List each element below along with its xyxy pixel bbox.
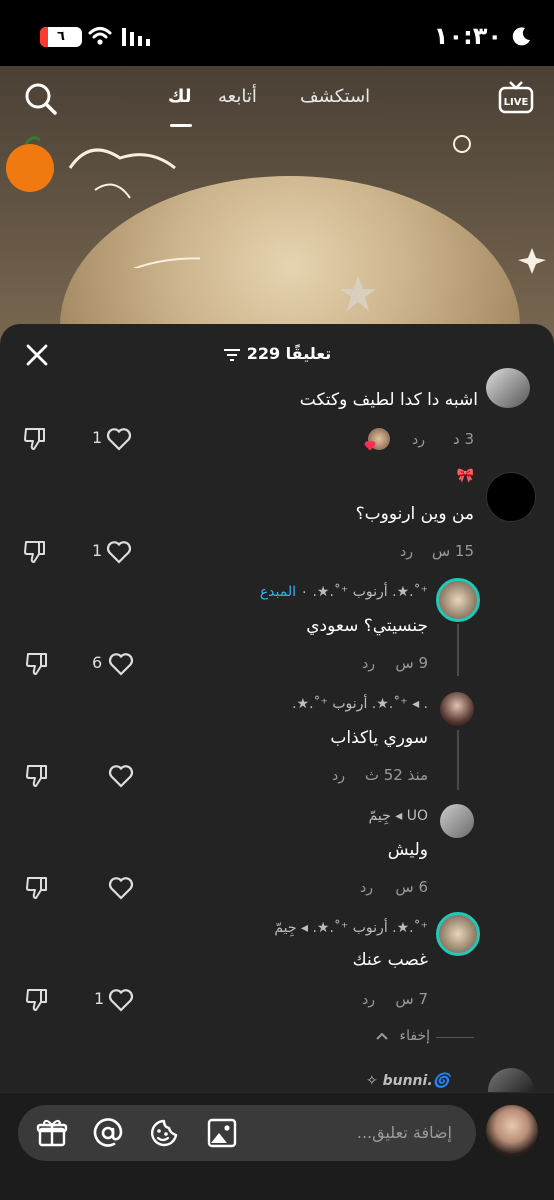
comment-username[interactable]: UO ◂ جِيمّ xyxy=(369,808,428,824)
search-icon[interactable] xyxy=(24,82,58,116)
image-icon[interactable] xyxy=(206,1117,238,1149)
avatar[interactable] xyxy=(486,472,536,522)
status-bar: ٦ ١٠:٣٠ xyxy=(0,0,554,66)
comments-sheet: 229 تعليقًا xyxy=(0,324,554,1200)
avatar[interactable] xyxy=(486,368,530,408)
comment-time: منذ 52 ث xyxy=(364,766,428,784)
filter-icon[interactable] xyxy=(223,348,241,362)
comments-header: 229 تعليقًا xyxy=(0,324,554,382)
comment-time: 9 س xyxy=(395,654,428,672)
comment-time: 15 س xyxy=(431,542,474,560)
comment-text: سوري ياكذاب xyxy=(330,728,428,748)
comment-count[interactable]: 229 تعليقًا xyxy=(0,344,554,363)
tab-explore[interactable]: استكشف xyxy=(300,86,370,107)
reply-thread-line xyxy=(457,624,459,676)
heart-badge-icon xyxy=(364,440,376,451)
avatar[interactable] xyxy=(440,692,474,726)
reply-button[interactable]: رد xyxy=(362,656,375,672)
heart-icon[interactable] xyxy=(108,764,134,788)
live-icon[interactable]: LIVE xyxy=(498,80,534,116)
heart-icon[interactable] xyxy=(108,876,134,900)
dislike-icon[interactable] xyxy=(24,875,50,901)
comment-text: غصب عنك xyxy=(352,950,428,970)
avatar[interactable] xyxy=(440,804,474,838)
comment-text: من وين ارنووب؟ xyxy=(355,504,474,524)
chevron-up-icon xyxy=(376,1032,388,1040)
dislike-icon[interactable] xyxy=(24,763,50,789)
comment-time: 3 د xyxy=(453,430,474,448)
hide-replies-divider xyxy=(436,1037,474,1038)
creator-label: المبدع xyxy=(259,584,297,600)
star-doodle xyxy=(340,276,376,311)
dislike-icon[interactable] xyxy=(24,651,50,677)
avatar[interactable] xyxy=(436,578,480,622)
status-time: ١٠:٣٠ xyxy=(433,22,502,50)
comment-username[interactable]: 🎀 xyxy=(457,468,474,484)
reply-button[interactable]: رد xyxy=(400,544,413,560)
dislike-icon[interactable] xyxy=(22,426,48,452)
svg-text:LIVE: LIVE xyxy=(504,97,529,108)
battery-icon: ٦ xyxy=(40,27,82,47)
comment-text: جنسيتي؟ سعودي xyxy=(306,616,428,636)
like-count: 1 xyxy=(94,989,105,1008)
comment-username[interactable]: ⁺˚.★. أرنوب ⁺˚.★. ◂ جِيمّ xyxy=(274,920,428,936)
reply-button[interactable]: رد xyxy=(332,768,345,784)
next-comment-username[interactable]: ✧ bunni.🌀 xyxy=(366,1073,450,1089)
avatar[interactable] xyxy=(436,912,480,956)
heart-icon[interactable] xyxy=(106,427,132,451)
comment-time: 6 س xyxy=(395,878,428,896)
comment-time: 7 س xyxy=(395,990,428,1008)
my-avatar[interactable] xyxy=(486,1105,538,1157)
comment-input-placeholder: إضافة تعليق... xyxy=(356,1123,452,1142)
like-count: 1 xyxy=(92,428,103,447)
like-count: 1 xyxy=(92,541,103,560)
top-navigation: لك أتابعه استكشف LIVE xyxy=(0,66,554,136)
comment-username[interactable]: ⁺˚.★. أرنوب ⁺˚.★. ٠ المبدع xyxy=(260,584,428,600)
sparkle-doodle xyxy=(453,135,546,274)
heart-icon[interactable] xyxy=(108,652,134,676)
dislike-icon[interactable] xyxy=(24,987,50,1013)
reply-thread-line xyxy=(457,730,459,790)
orange-doodle xyxy=(6,136,200,268)
signal-icon xyxy=(122,28,150,46)
dislike-icon[interactable] xyxy=(22,539,48,565)
gift-icon[interactable] xyxy=(36,1117,68,1149)
tab-for-you[interactable]: لك xyxy=(168,86,192,107)
comment-text: وليش xyxy=(387,840,428,860)
heart-icon[interactable] xyxy=(108,988,134,1012)
comment-username[interactable]: . ◂ ⁺˚.★. أرنوب ⁺˚.★. xyxy=(292,696,428,712)
active-tab-indicator xyxy=(170,124,192,127)
reply-button[interactable]: رد xyxy=(412,432,425,448)
moon-icon xyxy=(512,27,530,46)
hide-replies-button[interactable]: إخفاء xyxy=(400,1028,430,1044)
reply-button[interactable]: رد xyxy=(362,992,375,1008)
wifi-icon xyxy=(88,27,112,45)
like-count: 6 xyxy=(92,653,103,672)
mention-icon[interactable] xyxy=(92,1117,124,1149)
comment-input-bar: إضافة تعليق... xyxy=(0,1092,554,1200)
comment-input[interactable]: إضافة تعليق... xyxy=(18,1105,476,1161)
heart-icon[interactable] xyxy=(106,540,132,564)
reply-button[interactable]: رد xyxy=(360,880,373,896)
emoji-icon[interactable] xyxy=(148,1117,180,1149)
tab-following[interactable]: أتابعه xyxy=(218,86,257,107)
comment-text: اشبه دا كدا لطيف وكتكت xyxy=(299,390,478,410)
